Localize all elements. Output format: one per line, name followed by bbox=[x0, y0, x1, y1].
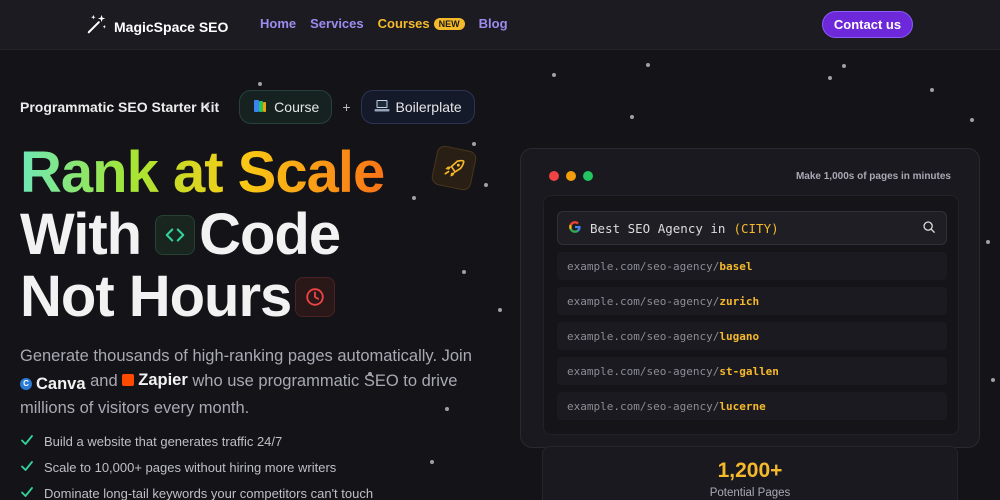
nav-link-courses-label: Courses bbox=[377, 16, 430, 31]
nav-link-home[interactable]: Home bbox=[260, 16, 296, 31]
headline-with: With bbox=[20, 202, 142, 267]
window-controls bbox=[549, 171, 593, 181]
code-icon bbox=[155, 215, 196, 255]
magic-wand-icon bbox=[86, 13, 108, 40]
brand-name: MagicSpace SEO bbox=[114, 18, 229, 35]
benefit-text: Build a website that generates traffic 2… bbox=[44, 433, 283, 449]
star bbox=[552, 73, 556, 77]
benefit-text: Dominate long-tail keywords your competi… bbox=[44, 485, 374, 500]
url-slug: lucerne bbox=[719, 399, 766, 413]
search-city-placeholder: (CITY) bbox=[733, 220, 779, 236]
list-item: Build a website that generates traffic 2… bbox=[20, 428, 373, 454]
panel-caption: Make 1,000s of pages in minutes bbox=[795, 171, 951, 182]
canva-logo-icon: C bbox=[20, 378, 32, 390]
headline-line-2: With Code bbox=[20, 204, 384, 266]
window-minimize-dot bbox=[566, 171, 576, 181]
check-icon bbox=[20, 459, 34, 476]
list-item[interactable]: example.com/seo-agency/lucerne bbox=[557, 392, 947, 420]
zapier-mention: Zapier bbox=[122, 368, 188, 392]
plus-sign: + bbox=[342, 99, 351, 115]
url-slug: zurich bbox=[719, 294, 760, 308]
star bbox=[412, 196, 416, 200]
url-slug: st-gallen bbox=[719, 364, 779, 378]
star bbox=[258, 82, 262, 86]
url-base: example.com/seo-agency/ bbox=[567, 364, 720, 378]
window-maximize-dot bbox=[583, 171, 593, 181]
nav-link-courses[interactable]: Courses NEW bbox=[378, 16, 465, 31]
starter-kit-title: Programmatic SEO Starter Kit bbox=[20, 99, 220, 115]
zapier-logo-icon bbox=[122, 374, 135, 386]
top-navbar: MagicSpace SEO Home Services Courses NEW… bbox=[0, 0, 1000, 50]
star bbox=[630, 115, 634, 119]
star bbox=[462, 270, 466, 274]
boilerplate-pill-button[interactable]: Boilerplate bbox=[360, 90, 475, 124]
star bbox=[498, 308, 502, 312]
list-item[interactable]: example.com/seo-agency/st-gallen bbox=[557, 357, 947, 385]
star bbox=[646, 63, 650, 67]
star bbox=[842, 64, 846, 68]
course-pill-button[interactable]: Course bbox=[239, 90, 333, 124]
check-icon bbox=[20, 433, 34, 450]
browser-mockup-panel: Make 1,000s of pages in minutes Best SEO… bbox=[520, 148, 980, 448]
canva-mention: C Canva bbox=[20, 372, 86, 396]
star bbox=[991, 378, 995, 382]
star bbox=[828, 76, 832, 80]
clock-icon bbox=[295, 277, 336, 317]
list-item[interactable]: example.com/seo-agency/zurich bbox=[557, 287, 947, 315]
search-icon[interactable] bbox=[922, 220, 936, 237]
headline-line-1: Rank at Scale bbox=[20, 140, 385, 205]
list-item: Dominate long-tail keywords your competi… bbox=[20, 480, 373, 500]
benefit-text: Scale to 10,000+ pages without hiring mo… bbox=[44, 459, 337, 475]
starter-kit-row: Programmatic SEO Starter Kit Course + Bo… bbox=[20, 90, 475, 124]
rocket-icon bbox=[430, 144, 478, 192]
star bbox=[970, 118, 974, 122]
hero-description: Generate thousands of high-ranking pages… bbox=[20, 344, 490, 420]
headline-gradient-text: Rank at Scale bbox=[20, 140, 385, 205]
url-base: example.com/seo-agency/ bbox=[567, 294, 720, 308]
check-icon bbox=[20, 485, 34, 500]
url-base: example.com/seo-agency/ bbox=[567, 399, 720, 413]
search-results-area: Best SEO Agency in (CITY) example.com/se… bbox=[543, 195, 959, 435]
star bbox=[472, 142, 476, 146]
star bbox=[986, 240, 990, 244]
zapier-name: Zapier bbox=[138, 371, 188, 389]
nav-link-blog[interactable]: Blog bbox=[479, 16, 508, 31]
generated-url-list: example.com/seo-agency/basel example.com… bbox=[557, 252, 947, 427]
nav-link-services[interactable]: Services bbox=[310, 16, 364, 31]
star bbox=[930, 88, 934, 92]
benefits-list: Build a website that generates traffic 2… bbox=[20, 428, 373, 500]
brand-logo[interactable]: MagicSpace SEO bbox=[86, 13, 228, 40]
book-icon bbox=[252, 98, 268, 117]
google-icon bbox=[568, 220, 582, 237]
headline-not-hours: Not Hours bbox=[20, 264, 292, 329]
contact-us-button[interactable]: Contact us bbox=[822, 11, 913, 38]
headline-line-3: Not Hours bbox=[20, 266, 384, 328]
hero-headline: Rank at Scale With Code Not Hours bbox=[20, 140, 478, 328]
course-label: Course bbox=[274, 99, 320, 115]
list-item[interactable]: example.com/seo-agency/basel bbox=[557, 252, 947, 280]
search-bar[interactable]: Best SEO Agency in (CITY) bbox=[557, 211, 947, 245]
list-item[interactable]: example.com/seo-agency/lugano bbox=[557, 322, 947, 350]
description-part-2: who use programmatic SEO to drive millio… bbox=[20, 372, 458, 417]
laptop-icon bbox=[374, 99, 390, 116]
url-base: example.com/seo-agency/ bbox=[567, 329, 720, 343]
url-slug: basel bbox=[719, 259, 753, 273]
stat-value: 1,200+ bbox=[717, 459, 783, 482]
headline-code: Code bbox=[199, 202, 341, 267]
boilerplate-label: Boilerplate bbox=[395, 99, 462, 115]
star bbox=[430, 460, 434, 464]
window-close-dot bbox=[549, 171, 559, 181]
main-nav: Home Services Courses NEW Blog bbox=[260, 16, 508, 31]
url-base: example.com/seo-agency/ bbox=[567, 259, 720, 273]
canva-name: Canva bbox=[36, 375, 86, 393]
new-badge: NEW bbox=[433, 17, 465, 30]
description-part-1: Generate thousands of high-ranking pages… bbox=[20, 347, 472, 365]
star bbox=[484, 183, 488, 187]
url-slug: lugano bbox=[719, 329, 760, 343]
stat-label: Potential Pages bbox=[709, 487, 791, 499]
potential-pages-stat-card: 1,200+ Potential Pages bbox=[542, 446, 958, 500]
search-query: Best SEO Agency in bbox=[590, 220, 726, 236]
description-and: and bbox=[90, 372, 118, 390]
list-item: Scale to 10,000+ pages without hiring mo… bbox=[20, 454, 373, 480]
